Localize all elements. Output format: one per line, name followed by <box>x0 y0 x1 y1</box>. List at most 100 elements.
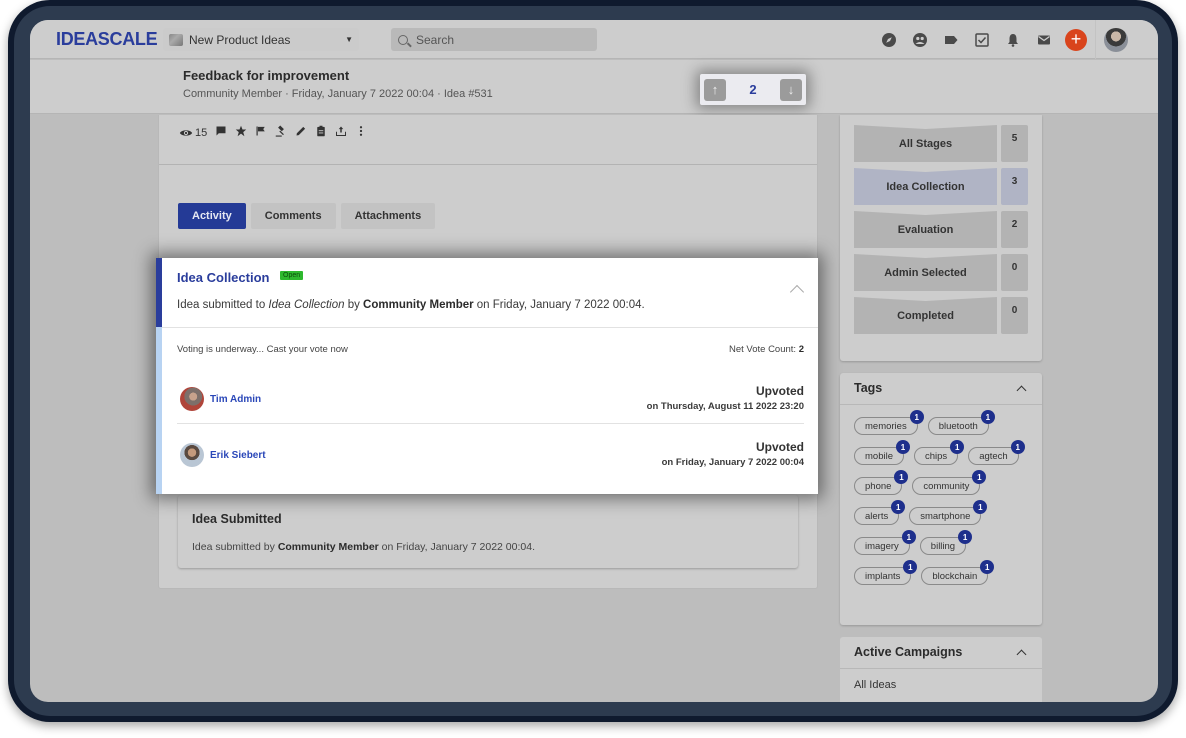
tag-label: implants <box>865 570 901 582</box>
idea-submitted-card: Idea Submitted Idea submitted by Communi… <box>178 495 798 568</box>
bell-icon[interactable] <box>997 28 1028 52</box>
campaigns-header[interactable]: Active Campaigns <box>840 637 1042 669</box>
mail-icon[interactable] <box>1028 28 1059 52</box>
tag-label: imagery <box>865 540 899 552</box>
tag-chip[interactable]: chips 1 <box>914 440 965 465</box>
desc-stage: Idea Collection <box>268 299 345 311</box>
edit-icon[interactable] <box>295 125 307 140</box>
stage-filter-admin-selected[interactable]: Admin Selected <box>854 254 997 291</box>
community-icon[interactable] <box>904 28 935 52</box>
flag-icon[interactable] <box>255 125 267 140</box>
avatar[interactable] <box>180 387 204 411</box>
search-icon <box>398 34 408 45</box>
tag-count-badge: 1 <box>903 560 918 574</box>
tag-chip[interactable]: billing 1 <box>919 530 973 555</box>
campaign-select[interactable]: New Product Ideas ▼ <box>163 28 359 51</box>
tab-comments[interactable]: Comments <box>250 203 336 229</box>
desc-suffix: on Friday, January 7 2022 00:04. <box>473 299 645 311</box>
campaign-link[interactable]: All Ideas <box>854 679 896 691</box>
avatar[interactable] <box>180 443 204 467</box>
tag-row: memories 1 bluetooth 1 <box>854 410 1034 435</box>
voter-name[interactable]: Erik Siebert <box>210 450 266 461</box>
vote-date: on Thursday, August 11 2022 23:20 <box>646 401 804 412</box>
stage-description: Idea submitted to Idea Collection by Com… <box>177 299 645 311</box>
star-icon[interactable] <box>235 125 247 140</box>
stage-count: 0 <box>1001 297 1028 334</box>
tags-header[interactable]: Tags <box>840 373 1042 405</box>
nav-divider <box>1095 20 1096 59</box>
tag-chip[interactable]: imagery 1 <box>854 530 916 555</box>
app-screen: IDEASCALE New Product Ideas ▼ Search + F… <box>30 20 1158 702</box>
campaign-thumbnail <box>169 33 183 46</box>
tags-panel: Tags memories 1 bluetooth 1 mobile 1 chips 1 agt… <box>840 373 1042 625</box>
add-button[interactable]: + <box>1065 28 1087 51</box>
stage-count: 3 <box>1001 168 1028 205</box>
tab-activity[interactable]: Activity <box>178 203 246 229</box>
stage-filter-idea-collection[interactable]: Idea Collection <box>854 168 997 205</box>
net-vote-count: Net Vote Count: 2 <box>729 344 804 355</box>
net-vote-label: Net Vote Count: <box>728 344 799 355</box>
idea-header: Feedback for improvement Community Membe… <box>30 60 1158 114</box>
desc-author: Community Member <box>363 299 474 311</box>
desc-prefix: Idea submitted to <box>177 299 269 311</box>
stage-filter-completed[interactable]: Completed <box>854 297 997 334</box>
vote-type: Upvoted <box>756 440 804 454</box>
user-avatar[interactable] <box>1104 27 1128 52</box>
tab-attachments[interactable]: Attachments <box>340 203 436 229</box>
stage-divider <box>162 327 818 328</box>
tag-count-badge: 1 <box>894 470 909 484</box>
tag-count-badge: 1 <box>896 440 910 454</box>
tag-chip[interactable]: blockchain 1 <box>921 560 995 585</box>
clipboard-icon[interactable] <box>315 125 327 140</box>
tag-chip[interactable]: memories 1 <box>854 410 924 435</box>
tag-chip[interactable]: mobile 1 <box>854 440 910 465</box>
checkbox-icon[interactable] <box>966 28 997 52</box>
idea-meta: Community Member · Friday, January 7 202… <box>183 88 493 100</box>
tag-chip[interactable]: bluetooth 1 <box>927 410 995 435</box>
tag-chip[interactable]: smartphone 1 <box>909 500 988 525</box>
tag-row: imagery 1 billing 1 <box>854 530 1034 555</box>
caret-down-icon: ▼ <box>345 35 353 44</box>
tag-label: bluetooth <box>938 420 978 432</box>
idea-submitted-text: Idea submitted by Community Member on Fr… <box>192 541 535 553</box>
stage-filter-evaluation[interactable]: Evaluation <box>854 211 997 248</box>
tag-chip[interactable]: implants 1 <box>854 560 918 585</box>
tag-count-badge: 1 <box>950 440 965 454</box>
chevron-up-icon[interactable] <box>1016 649 1027 660</box>
idea-collection-stage-card: Idea Collection Open Idea submitted to I… <box>156 258 818 494</box>
gavel-icon[interactable] <box>275 125 287 140</box>
chevron-up-icon[interactable] <box>1016 385 1027 396</box>
tag-label: community <box>923 480 970 492</box>
stage-filter-all-stages[interactable]: All Stages <box>854 125 997 162</box>
stage-accent-bar <box>156 258 162 327</box>
voting-status: Voting is underway... Cast your vote now <box>177 344 348 355</box>
tag-count-badge: 1 <box>972 470 987 484</box>
tag-row: phone 1 community 1 <box>854 470 1034 495</box>
search-input[interactable]: Search <box>391 28 597 51</box>
chevron-up-icon[interactable] <box>789 284 805 300</box>
tag-chip[interactable]: community 1 <box>912 470 987 495</box>
tag-count-badge: 1 <box>973 500 988 514</box>
eye-icon: 15 <box>179 126 207 140</box>
tag-row: implants 1 blockchain 1 <box>854 560 1034 585</box>
previous-idea-button[interactable]: ↑ <box>704 78 726 101</box>
more-icon[interactable] <box>355 125 367 140</box>
voter-name[interactable]: Tim Admin <box>210 394 261 405</box>
ideascale-logo[interactable]: IDEASCALE <box>56 29 158 50</box>
action-bar: 15 <box>179 125 367 140</box>
tag-chip[interactable]: phone 1 <box>854 470 909 495</box>
idea-submitted-title: Idea Submitted <box>192 512 282 526</box>
tags-title: Tags <box>854 381 883 395</box>
tag-row: alerts 1 smartphone 1 <box>854 500 1034 525</box>
next-idea-button[interactable]: ↓ <box>779 78 802 101</box>
tag-chip[interactable]: agtech 1 <box>968 440 1025 465</box>
tag-chip[interactable]: alerts 1 <box>854 500 906 525</box>
comment-icon[interactable] <box>215 125 227 140</box>
tag-count-badge: 1 <box>901 530 916 544</box>
tag-label: mobile <box>865 450 893 462</box>
stage-count: 2 <box>1001 211 1028 248</box>
tag-icon[interactable] <box>935 28 966 52</box>
compass-icon[interactable] <box>873 28 904 52</box>
share-icon[interactable] <box>335 125 347 140</box>
tag-label: billing <box>930 540 956 552</box>
